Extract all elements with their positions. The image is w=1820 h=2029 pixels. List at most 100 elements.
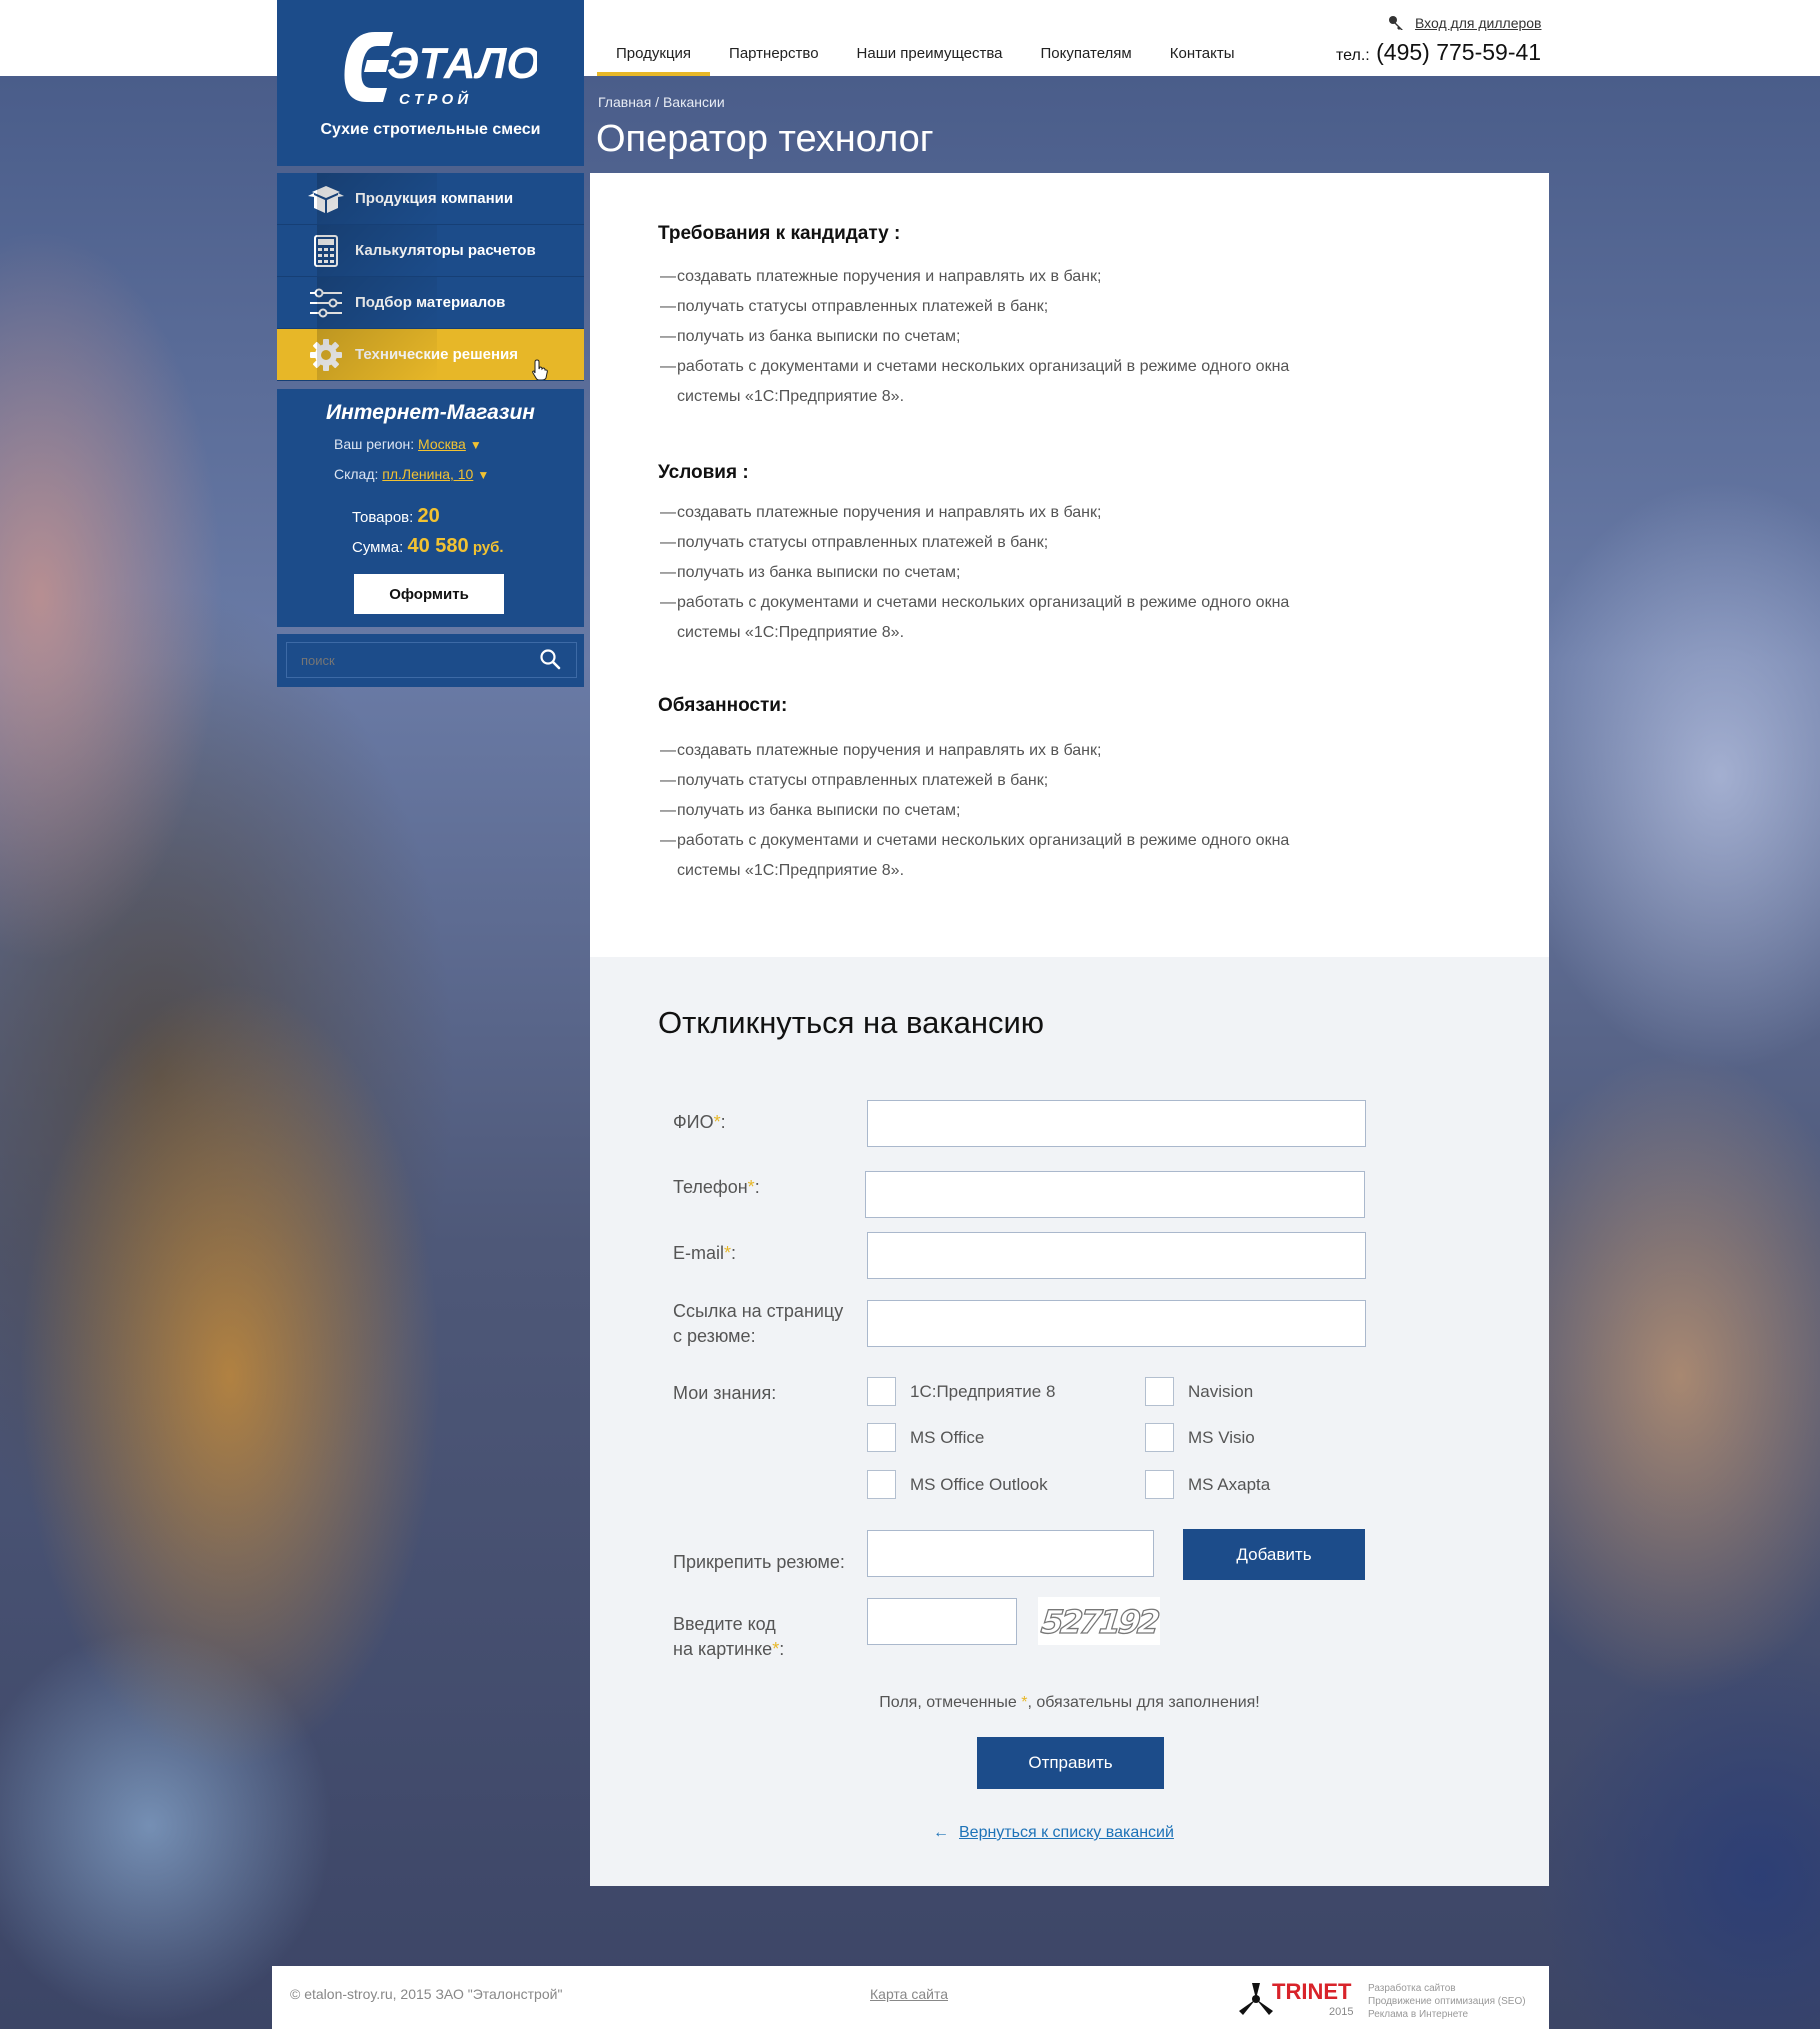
sidebar-item-tech-solutions[interactable]: Технические решения xyxy=(277,329,584,381)
email-label: E-mail*: xyxy=(673,1243,737,1263)
section-title-requirements: Требования к кандидату : xyxy=(658,223,901,244)
sum-label: Сумма: xyxy=(352,539,404,556)
list-item: работать с документами и счетами несколь… xyxy=(660,352,1289,382)
knowledge-label: Мои знания: xyxy=(673,1383,777,1403)
checkbox-ms-axapta[interactable] xyxy=(1145,1470,1174,1499)
nav-item-products[interactable]: Продукция xyxy=(597,0,711,76)
submit-button[interactable]: Отправить xyxy=(977,1737,1164,1789)
svg-text:ЭТАЛОН: ЭТАЛОН xyxy=(387,39,537,88)
phone-value: (495) 775-59-41 xyxy=(1376,39,1542,65)
nav-item-contacts[interactable]: Контакты xyxy=(1151,0,1254,76)
checkbox-label: MS Visio xyxy=(1188,1428,1255,1447)
list-item: работать с документами и счетами несколь… xyxy=(660,588,1289,618)
calculator-icon xyxy=(297,225,355,276)
checkbox-navision[interactable] xyxy=(1145,1377,1174,1406)
chevron-down-icon[interactable]: ▼ xyxy=(470,438,482,452)
search-input[interactable] xyxy=(286,642,577,678)
chevron-down-icon[interactable]: ▼ xyxy=(477,468,489,482)
requirements-list: создавать платежные поручения и направля… xyxy=(660,262,1289,382)
phone-field[interactable] xyxy=(865,1171,1365,1218)
resume-link-field[interactable] xyxy=(867,1300,1366,1347)
captcha-image: 527192 xyxy=(1038,1597,1161,1645)
dealer-login-label: Вход для диллеров xyxy=(1415,15,1542,31)
trinet-name: TRINET xyxy=(1272,1979,1352,2004)
search-icon[interactable] xyxy=(539,648,561,670)
region-label: Ваш регион: xyxy=(334,436,415,452)
list-item: создавать платежные поручения и направля… xyxy=(660,498,1289,528)
captcha-label: Введите код на картинке*: xyxy=(673,1614,785,1659)
checkbox-label: Navision xyxy=(1188,1382,1254,1401)
trinet-services: Разработка сайтов Продвижение оптимизаци… xyxy=(1368,1983,1526,2020)
back-to-vacancies-link[interactable]: Вернуться к списку вакансий xyxy=(959,1824,1174,1842)
dealer-login-link[interactable]: Вход для диллеров xyxy=(1388,15,1542,31)
sidebar-item-label: Технические решения xyxy=(355,346,519,363)
checkbox-ms-visio[interactable] xyxy=(1145,1423,1174,1452)
sidebar-menu: Продукция компании Калькуляторы расчетов xyxy=(277,173,584,381)
currency-label: руб. xyxy=(472,539,504,556)
nav-item-partnership[interactable]: Партнерство xyxy=(710,0,838,76)
goods-label: Товаров: xyxy=(352,509,414,526)
attach-resume-field[interactable] xyxy=(867,1530,1154,1577)
sidebar-item-materials[interactable]: Подбор материалов xyxy=(277,277,584,329)
cart-goods: Товаров: 20 xyxy=(352,505,440,528)
warehouse-selector: Склад: пл.Ленина, 10 ▼ xyxy=(334,466,489,482)
footer: © etalon-stroy.ru, 2015 ЗАО "Эталонстрой… xyxy=(272,1966,1549,2029)
breadcrumb[interactable]: Главная / Вакансии xyxy=(598,94,725,110)
required-note: Поля, отмеченные *, обязательны для запо… xyxy=(879,1694,1260,1711)
vacancy-content: Требования к кандидату : создавать плате… xyxy=(590,173,1549,957)
checkbox-label: MS Office xyxy=(910,1428,985,1447)
add-file-button[interactable]: Добавить xyxy=(1183,1529,1365,1580)
checkbox-ms-office[interactable] xyxy=(867,1423,896,1452)
back-to-vacancies[interactable]: ← Вернуться к списку вакансий xyxy=(933,1824,1174,1842)
duties-list: создавать платежные поручения и направля… xyxy=(660,736,1289,856)
nav-item-advantages[interactable]: Наши преимущества xyxy=(838,0,1022,76)
cursor-hand-icon xyxy=(532,359,548,380)
sidebar-item-label: Подбор материалов xyxy=(355,294,506,311)
sitemap-link[interactable]: Карта сайта xyxy=(870,1986,948,2002)
checkbox-label: 1С:Предприятие 8 xyxy=(910,1382,1056,1401)
section-title-conditions: Условия : xyxy=(658,462,749,483)
checkbox-ms-outlook[interactable] xyxy=(867,1470,896,1499)
email-field[interactable] xyxy=(867,1232,1366,1279)
fio-label: ФИО*: xyxy=(673,1112,726,1132)
warehouse-link[interactable]: пл.Ленина, 10 xyxy=(382,466,473,482)
list-item: получать из банка выписки по счетам; xyxy=(660,322,1289,352)
region-link[interactable]: Москва xyxy=(418,436,466,452)
list-item: создавать платежные поручения и направля… xyxy=(660,736,1289,766)
logo-tagline: Сухие стротиельные смеси xyxy=(320,121,541,138)
list-item-continuation: системы «1С:Предприятие 8». xyxy=(677,388,905,405)
captcha-field[interactable] xyxy=(867,1598,1017,1645)
nav-item-buyers[interactable]: Покупателям xyxy=(1022,0,1151,76)
svg-text:527192: 527192 xyxy=(1039,1603,1160,1641)
list-item: получать из банка выписки по счетам; xyxy=(660,796,1289,826)
phone-label: Телефон*: xyxy=(673,1177,760,1197)
sidebar-item-calculators[interactable]: Калькуляторы расчетов xyxy=(277,225,584,277)
arrow-left-icon: ← xyxy=(933,1824,949,1841)
required-mark: * xyxy=(713,1112,721,1132)
goods-count: 20 xyxy=(417,505,440,527)
cart-sum: Сумма: 40 580 руб. xyxy=(352,535,504,558)
checkout-button[interactable]: Оформить xyxy=(354,574,504,614)
fio-field[interactable] xyxy=(867,1100,1366,1147)
sum-value: 40 580 xyxy=(407,535,469,557)
conditions-list: создавать платежные поручения и направля… xyxy=(660,498,1289,618)
warehouse-label: Склад: xyxy=(334,466,379,482)
search-block xyxy=(277,634,584,687)
key-icon xyxy=(1389,16,1403,30)
list-item-continuation: системы «1С:Предприятие 8». xyxy=(677,862,905,879)
page-title: Оператор технолог xyxy=(596,118,934,160)
logo-block[interactable]: ЭТАЛОН С Т Р О Й Сухие стротиельные смес… xyxy=(277,0,584,166)
attach-resume-label: Прикрепить резюме: xyxy=(673,1552,845,1572)
checkbox-label: MS Office Outlook xyxy=(910,1475,1048,1494)
sidebar-item-label: Продукция компании xyxy=(355,190,514,207)
checkbox-1c[interactable] xyxy=(867,1377,896,1406)
gear-icon xyxy=(297,329,355,380)
sidebar-item-label: Калькуляторы расчетов xyxy=(355,242,536,259)
list-item-continuation: системы «1С:Предприятие 8». xyxy=(677,624,905,641)
application-form: Откликнуться на вакансию ФИО*: Телефон*:… xyxy=(590,957,1549,1886)
checkbox-label: MS Axapta xyxy=(1188,1475,1271,1494)
sidebar-item-products[interactable]: Продукция компании xyxy=(277,173,584,225)
copyright: © etalon-stroy.ru, 2015 ЗАО "Эталонстрой… xyxy=(290,1986,563,2002)
phone-prefix: тел.: xyxy=(1336,47,1370,64)
trinet-logo-icon[interactable] xyxy=(1237,1981,1275,2017)
